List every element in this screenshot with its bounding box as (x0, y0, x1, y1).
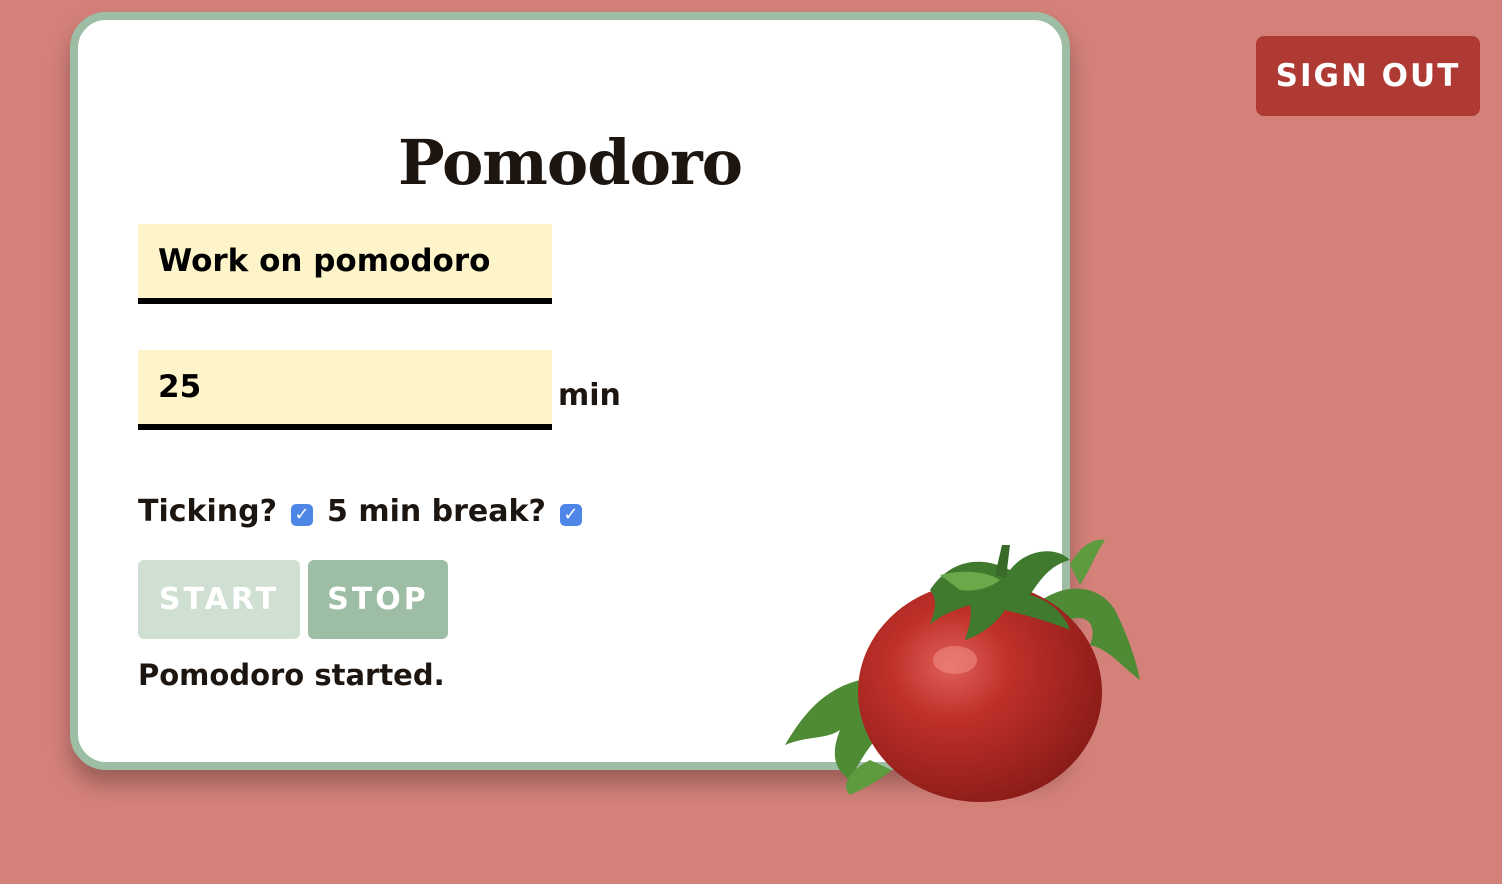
start-button[interactable]: START (138, 560, 300, 639)
minutes-input[interactable] (138, 350, 552, 430)
page-title: Pomodoro (398, 126, 743, 199)
status-message: Pomodoro started. (138, 658, 445, 692)
check-icon: ✓ (294, 504, 310, 525)
sign-out-button[interactable]: SIGN OUT (1256, 36, 1480, 116)
stop-button[interactable]: STOP (308, 560, 448, 639)
task-input[interactable] (138, 224, 552, 304)
tomato-illustration-icon (785, 539, 1140, 802)
options-row: Ticking? ✓ 5 min break? ✓ (138, 494, 596, 529)
check-icon: ✓ (563, 504, 579, 525)
ticking-checkbox[interactable]: ✓ (291, 503, 313, 526)
break-label: 5 min break? (327, 494, 546, 529)
minutes-unit-label: min (558, 378, 621, 413)
break-checkbox[interactable]: ✓ (559, 503, 582, 526)
ticking-label: Ticking? (138, 494, 277, 529)
